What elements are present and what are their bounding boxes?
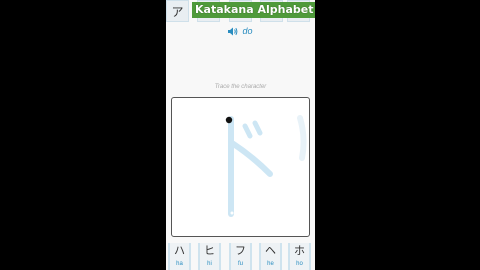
kana-tile-ho[interactable]: ホ ho: [288, 243, 311, 270]
stroke-start-dot: [225, 116, 233, 124]
app-screen: ア イ ウ エ オ Katakana Alphabet do Trace the…: [166, 0, 315, 270]
kana-tile-a[interactable]: ア: [166, 0, 189, 22]
kana-label: フ: [235, 244, 246, 257]
guide-stroke-arm: [229, 140, 273, 177]
romaji-label: he: [267, 261, 274, 267]
pronunciation-row[interactable]: do: [166, 24, 315, 38]
kana-tile-he[interactable]: ヘ he: [259, 243, 282, 270]
stroke-end-marker: [230, 211, 234, 215]
romaji-label: do: [242, 26, 253, 36]
speaker-icon[interactable]: [228, 27, 238, 36]
guide-dakuten-2: [252, 120, 263, 136]
kana-tile-fu[interactable]: フ fu: [229, 243, 252, 270]
kana-tile-ha[interactable]: ハ ha: [168, 243, 191, 270]
romaji-label: hi: [207, 261, 212, 267]
kana-label: ヒ: [204, 244, 215, 257]
trace-guide: [225, 115, 307, 217]
guide-stroke-shadow: [297, 115, 307, 161]
romaji-label: ho: [296, 261, 303, 267]
bottom-kana-strip: ハ ha ヒ hi フ fu ヘ he ホ ho: [166, 243, 315, 270]
instruction-text: Trace the character: [214, 84, 267, 90]
kana-label: ハ: [174, 244, 185, 257]
tracing-canvas[interactable]: [171, 97, 310, 237]
kana-label: ア: [171, 4, 184, 19]
guide-dakuten-1: [242, 123, 253, 139]
kana-label: ホ: [294, 244, 305, 257]
title-banner: Katakana Alphabet: [192, 2, 315, 18]
kana-label: ヘ: [265, 244, 276, 257]
top-kana-strip: ア イ ウ エ オ Katakana Alphabet: [166, 0, 315, 22]
kana-tile-hi[interactable]: ヒ hi: [198, 243, 221, 270]
romaji-label: ha: [176, 261, 183, 267]
romaji-label: fu: [237, 261, 243, 267]
